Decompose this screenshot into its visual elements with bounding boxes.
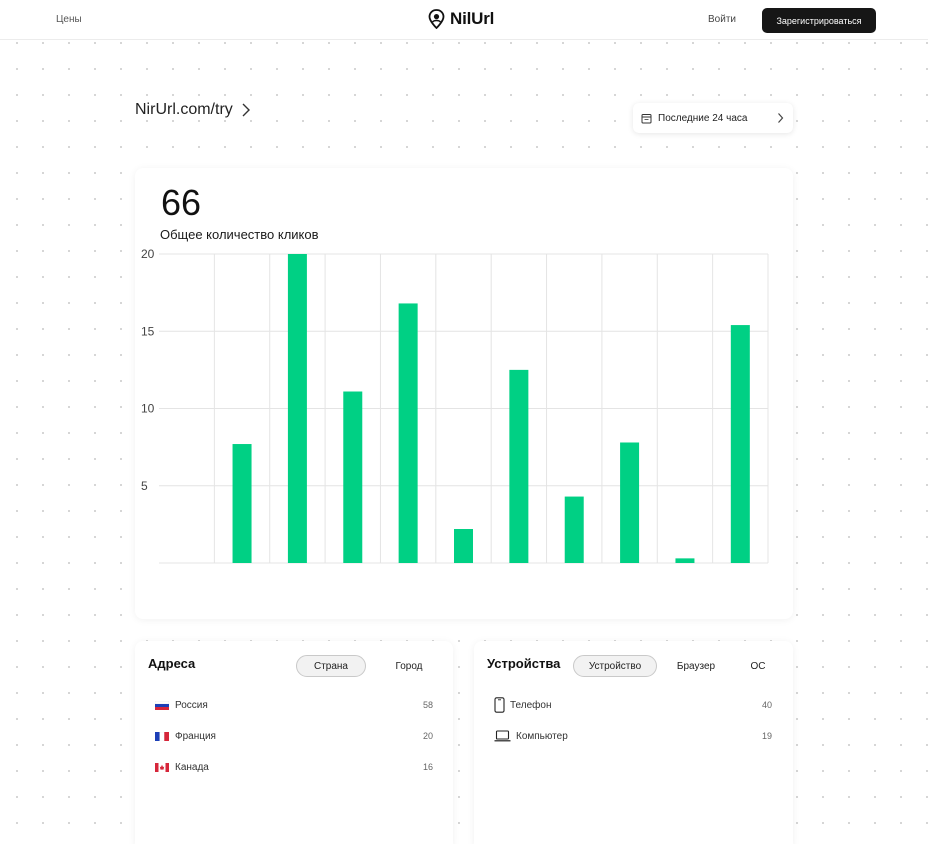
list-item-label: Канада — [175, 761, 209, 773]
tab-country[interactable]: Страна — [296, 655, 366, 677]
list-item-label: Телефон — [510, 699, 552, 711]
chart-bar — [343, 391, 363, 563]
tab-os[interactable]: ОС — [740, 655, 776, 677]
brand-logo[interactable]: NilUrl — [428, 9, 494, 29]
list-item-value: 58 — [422, 700, 433, 710]
list-item-value: 19 — [761, 731, 772, 741]
list-item[interactable]: Россия 58 — [155, 695, 433, 715]
chart-bar — [675, 558, 695, 563]
y-tick-label: 15 — [141, 324, 155, 338]
chevron-right-icon — [778, 113, 784, 123]
chart-bar — [398, 303, 418, 563]
chart-bar — [730, 325, 750, 563]
clicks-chart-card: 66 Общее количество кликов 5 10 15 20 — [135, 168, 793, 619]
chart-bar — [620, 442, 640, 563]
flag-france-icon — [155, 731, 169, 741]
tab-browser[interactable]: Браузер — [667, 655, 725, 677]
link-title[interactable]: NirUrl.com/try — [135, 101, 251, 119]
chart-bar — [454, 529, 473, 563]
devices-card: Устройства Устройство Браузер ОС Телефон… — [474, 641, 793, 844]
tab-city[interactable]: Город — [380, 655, 438, 677]
list-item[interactable]: Франция 20 — [155, 726, 433, 746]
list-item-value: 40 — [761, 700, 772, 710]
list-item-label: Франция — [175, 730, 216, 742]
addresses-title: Адреса — [148, 656, 196, 671]
devices-title: Устройства — [487, 656, 561, 671]
flag-russia-icon — [155, 700, 169, 710]
y-tick-label: 20 — [141, 247, 155, 261]
chart-bar — [287, 254, 307, 563]
list-item-value: 16 — [422, 762, 433, 772]
list-item-label: Компьютер — [516, 730, 568, 742]
list-item[interactable]: Телефон 40 — [494, 695, 772, 715]
time-range-picker[interactable]: Последние 24 часа — [633, 103, 793, 133]
flag-canada-icon — [155, 762, 169, 772]
clicks-bar-chart: 5 10 15 20 — [141, 247, 769, 564]
list-item[interactable]: Компьютер 19 — [494, 726, 772, 746]
list-item-label: Россия — [175, 699, 208, 711]
location-pin-icon — [428, 9, 445, 29]
login-link[interactable]: Войти — [708, 14, 736, 25]
chevron-right-icon — [242, 103, 250, 117]
calendar-icon — [641, 113, 652, 123]
chart-bar — [509, 369, 529, 563]
list-item-value: 20 — [422, 731, 433, 741]
laptop-icon — [494, 730, 511, 742]
signup-button[interactable]: Зарегистрироваться — [762, 8, 876, 33]
chart-bar — [564, 496, 584, 563]
top-nav: Цены NilUrl Войти Зарегистрироваться — [0, 0, 928, 40]
y-tick-label: 10 — [141, 402, 155, 416]
tab-device[interactable]: Устройство — [573, 655, 657, 677]
link-url: NirUrl.com/try — [135, 101, 233, 118]
chart-bar — [232, 444, 252, 563]
time-range-label: Последние 24 часа — [658, 112, 748, 124]
brand-name: NilUrl — [450, 9, 495, 28]
pricing-link[interactable]: Цены — [56, 14, 82, 25]
phone-icon — [494, 697, 505, 713]
addresses-card: Адреса Страна Город Россия 58 Франция 20… — [135, 641, 453, 844]
y-tick-label: 5 — [141, 479, 148, 493]
list-item[interactable]: Канада 16 — [155, 757, 433, 777]
